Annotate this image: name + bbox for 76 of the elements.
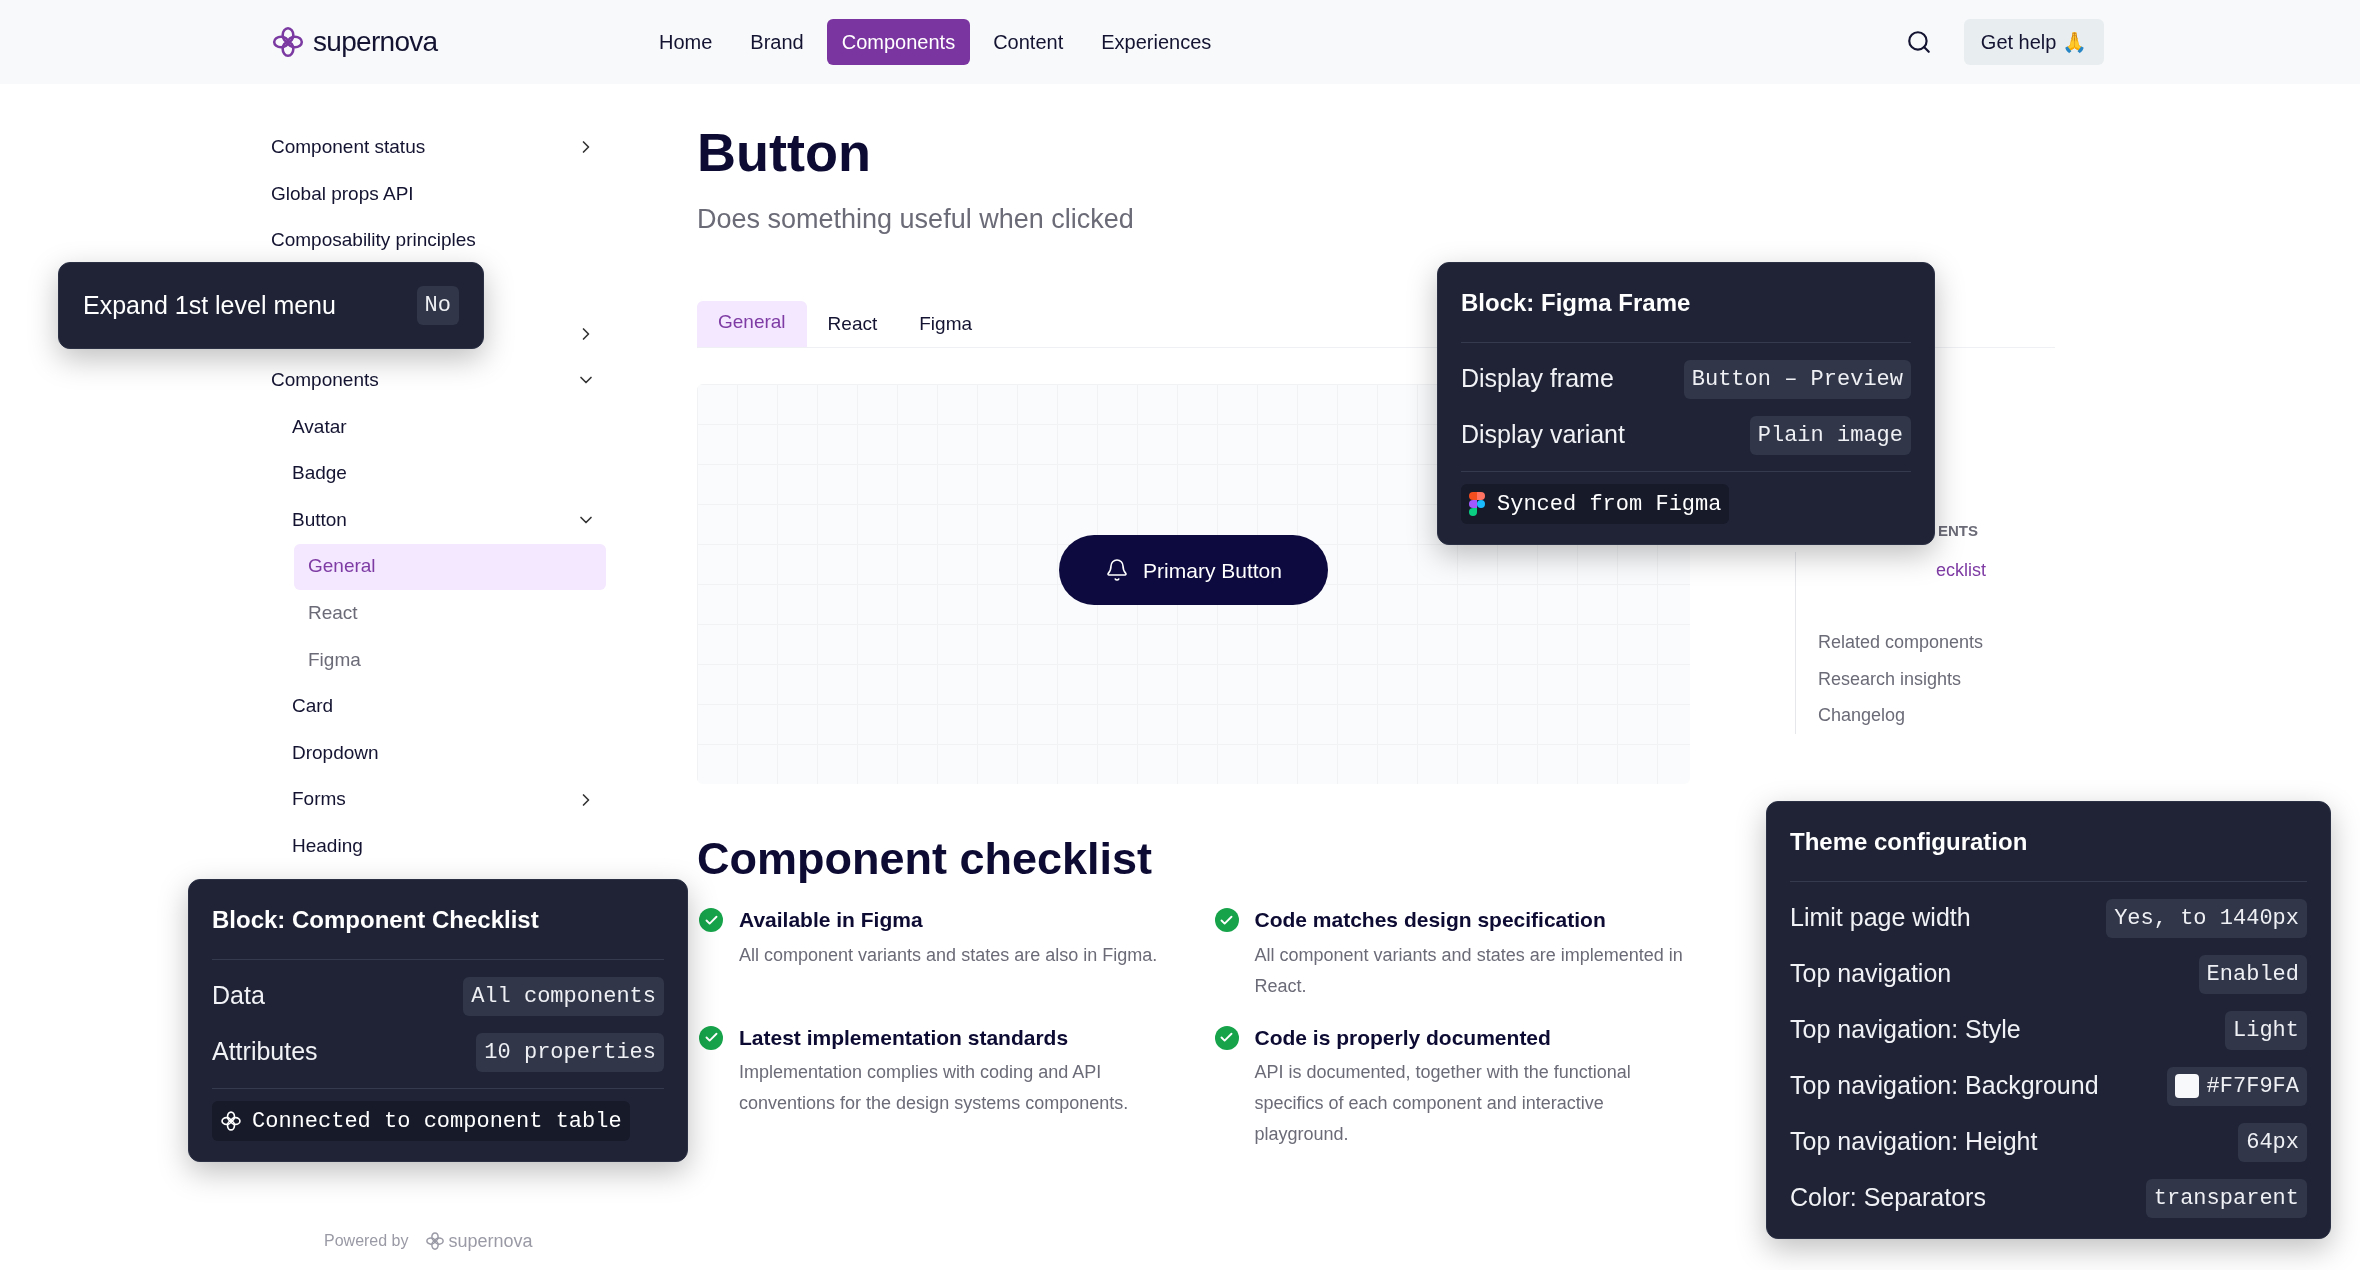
toc-link[interactable]: Research insights	[1818, 665, 1962, 693]
value-badge: Light	[2225, 1010, 2307, 1050]
figma-icon	[1469, 492, 1485, 516]
tab[interactable]: React	[806, 301, 899, 348]
nav-link[interactable]: Brand	[735, 19, 819, 65]
setting-label: Top navigation: Height	[1790, 1126, 2038, 1158]
setting-label: Top navigation	[1790, 958, 1952, 990]
toc-link[interactable]: ecklist	[1936, 556, 1986, 584]
tab[interactable]: Figma	[898, 301, 994, 348]
value-badge: Button – Preview	[1683, 359, 1911, 399]
sidebar-item[interactable]: General	[294, 543, 606, 590]
logo-icon	[271, 25, 305, 59]
footer-logo-text: supernova	[448, 1229, 533, 1253]
value-badge: All components	[463, 976, 664, 1016]
sidebar-item[interactable]: Heading	[292, 823, 596, 870]
nav-link[interactable]: Experiences	[1086, 19, 1227, 65]
toc-link[interactable]: Changelog	[1818, 702, 1906, 730]
sidebar-item[interactable]: React	[308, 590, 596, 637]
page-subtitle: Does something useful when clicked	[697, 202, 1135, 236]
checklist-description: All component variants and states are also in Figma.	[739, 943, 1159, 967]
checklist-description: All component variants and states are implemented in React.	[1254, 943, 1684, 998]
logo-icon	[424, 1231, 445, 1251]
sidebar-item[interactable]: Card	[292, 683, 596, 730]
sidebar-item[interactable]: Components	[271, 357, 576, 404]
checklist-title: Code matches design specification	[1254, 907, 1607, 934]
value-badge: 64px	[2238, 1122, 2307, 1162]
setting-label: Display variant	[1461, 419, 1625, 451]
value-badge: Yes, to 1440px	[2106, 898, 2307, 938]
primary-button[interactable]: Primary Button	[1059, 535, 1328, 606]
sidebar-item[interactable]: Component status	[271, 124, 576, 171]
value-badge: Plain image	[1749, 415, 1911, 455]
nav-link[interactable]: Home	[644, 19, 728, 65]
toc-link[interactable]: Related components	[1818, 629, 1984, 657]
value-badge: Enabled	[2198, 954, 2307, 994]
value-badge: transparent	[2145, 1178, 2307, 1218]
logo-text: supernova	[313, 25, 438, 59]
component-icon	[220, 1110, 242, 1132]
setting-label: Data	[212, 980, 265, 1012]
sidebar-item[interactable]: Composability principles	[271, 217, 596, 264]
sidebar-item[interactable]: Global props API	[271, 170, 596, 217]
checklist-title: Latest implementation standards	[739, 1024, 1070, 1051]
nav-link[interactable]: Content	[978, 19, 1079, 65]
sidebar-item[interactable]: Figma	[308, 636, 596, 683]
nav-link[interactable]: Components	[826, 19, 971, 65]
help-button[interactable]: Get help 🙏	[1963, 19, 2104, 65]
card-title: Block: Figma Frame	[1461, 263, 1911, 343]
setting-label: Top navigation: Background	[1790, 1070, 2099, 1102]
status-chip: Synced from Figma	[1461, 484, 1730, 524]
checklist-description: Implementation complies with coding and API conventions for the design systems components.	[739, 1061, 1130, 1116]
value-badge: 10 properties	[476, 1032, 664, 1072]
checklist-description: API is documented, together with the functional specifics of each component and interactive playground.	[1254, 1061, 1632, 1147]
checklist-title: Available in Figma	[739, 907, 924, 934]
setting-label: Display frame	[1461, 363, 1614, 395]
checklist-title: Code is properly documented	[1254, 1024, 1552, 1051]
card-title: Theme configuration	[1790, 802, 2307, 882]
sidebar-item[interactable]: Button	[292, 497, 576, 544]
setting-label: Limit page width	[1790, 902, 1971, 934]
value-badge: #F7F9FA	[2166, 1066, 2307, 1106]
tab[interactable]: General	[697, 301, 807, 348]
page-title: Button	[697, 121, 872, 184]
sidebar-item[interactable]: Avatar	[292, 403, 596, 450]
sidebar-item[interactable]: Badge	[292, 450, 596, 497]
toc-heading: ENTS	[1938, 521, 1979, 540]
sidebar-item[interactable]: Dropdown	[292, 730, 596, 776]
sidebar-item[interactable]: Forms	[292, 776, 576, 823]
value-badge: No	[416, 286, 459, 325]
setting-label: Top navigation: Style	[1790, 1014, 2021, 1046]
section-heading: Component checklist	[697, 832, 1154, 887]
card-title: Block: Component Checklist	[212, 880, 664, 960]
setting-label: Attributes	[212, 1036, 318, 1068]
bell-icon	[1105, 558, 1130, 583]
setting-label: Expand 1st level menu	[83, 289, 336, 321]
search-icon[interactable]	[1905, 29, 1932, 55]
setting-label: Color: Separators	[1790, 1182, 1986, 1214]
powered-by-text: Powered by	[324, 1231, 409, 1251]
status-chip: Connected to component table	[212, 1101, 630, 1141]
